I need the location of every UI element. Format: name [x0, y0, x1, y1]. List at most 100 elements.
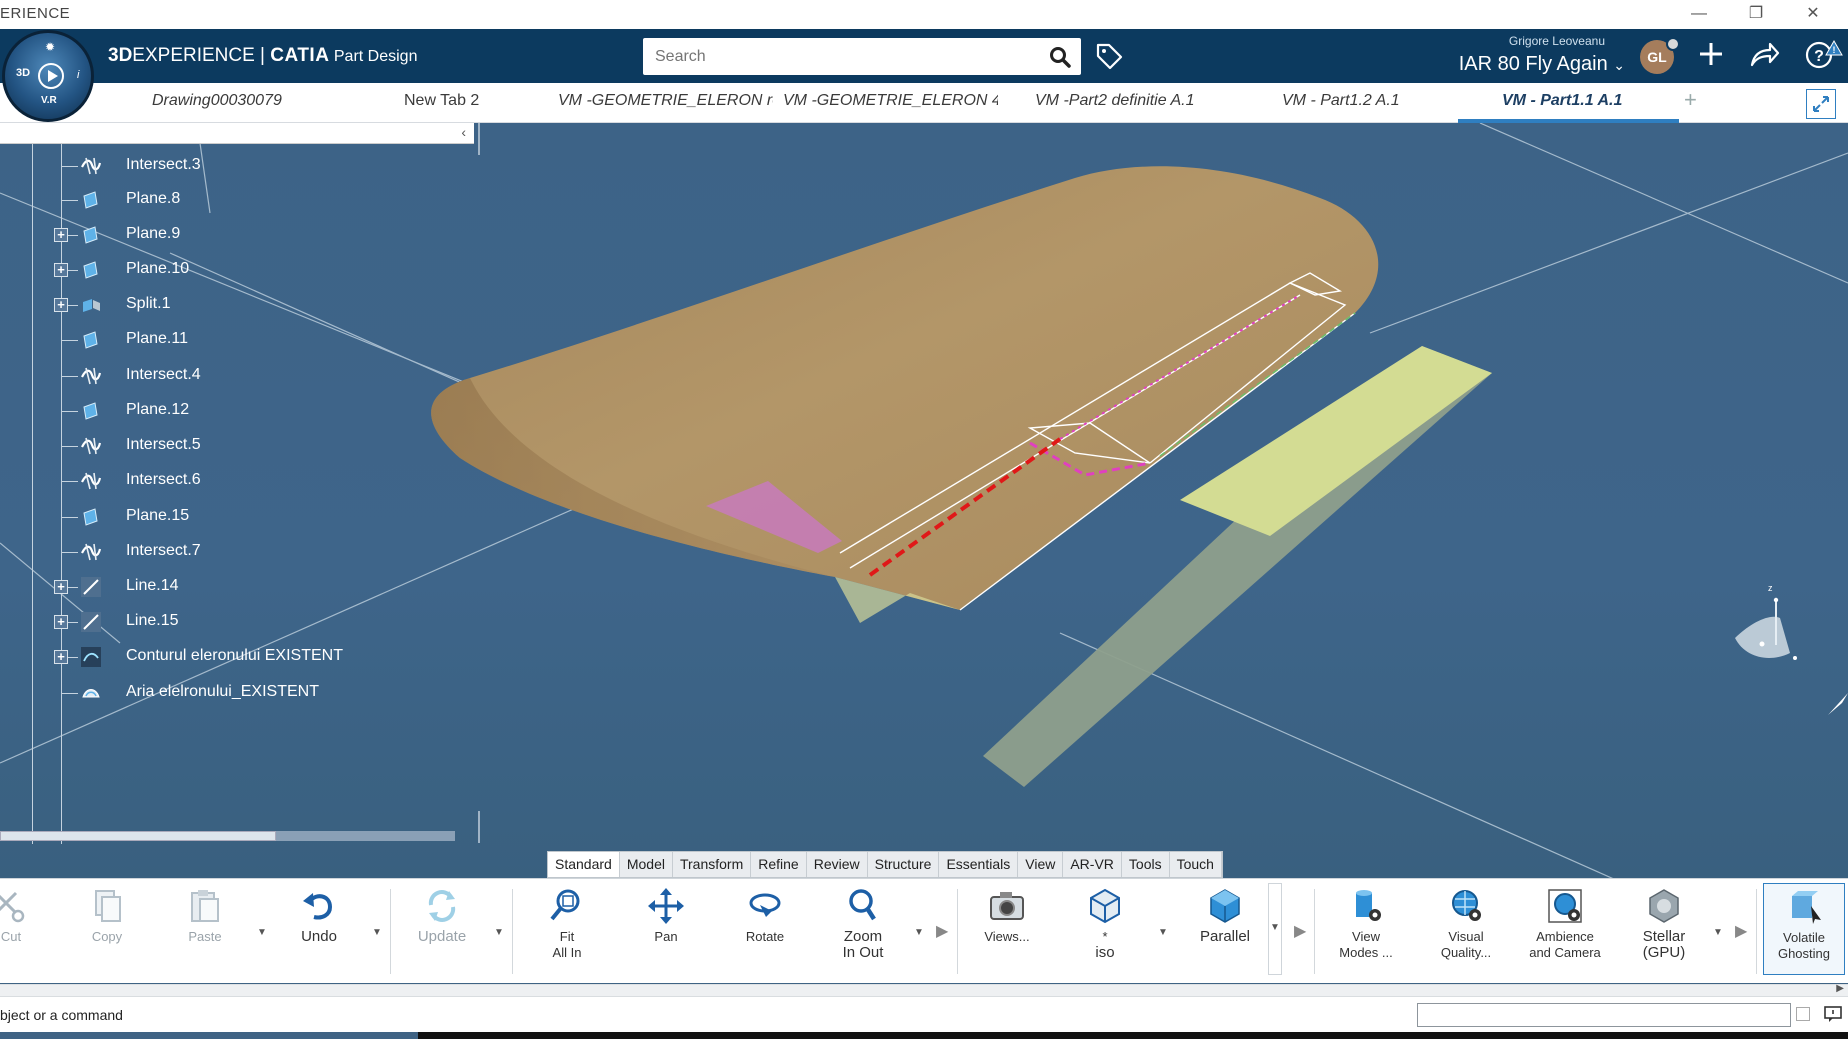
undo-dropdown-icon[interactable]: ▼ — [372, 927, 382, 938]
section-tab-review[interactable]: Review — [807, 852, 868, 877]
help-icon[interactable]: ? ! — [1805, 39, 1843, 71]
expand-icon[interactable]: + — [54, 228, 68, 242]
view-modes-button[interactable]: View Modes ... — [1335, 887, 1397, 961]
parallel-dropdown[interactable]: ▼ — [1268, 883, 1282, 975]
tree-item[interactable]: + Line.15 — [0, 605, 460, 639]
tree-branch-line — [62, 340, 78, 341]
tree-item[interactable]: + Conturul eleronului EXISTENT — [0, 640, 460, 674]
add-icon[interactable] — [1696, 39, 1726, 69]
share-icon[interactable] — [1748, 39, 1780, 69]
more-view-commands-arrow-icon[interactable]: ▶ — [1294, 921, 1306, 941]
fit-all-in-button[interactable]: Fit All In — [542, 887, 592, 961]
expand-icon[interactable]: + — [54, 263, 68, 277]
undo-button[interactable]: Undo — [294, 887, 344, 945]
ambience-camera-button[interactable]: Ambience and Camera — [1522, 887, 1608, 961]
avatar[interactable]: GL — [1640, 37, 1680, 74]
search-icon[interactable] — [1049, 46, 1071, 68]
tree-item[interactable]: Plane.8 — [0, 183, 460, 217]
message-icon[interactable] — [1824, 1005, 1842, 1023]
copy-button[interactable]: Copy — [82, 887, 132, 945]
tab-part1-2[interactable]: VM - Part1.2 A.1 — [1282, 92, 1432, 110]
add-tab-button[interactable]: + — [1684, 87, 1697, 113]
search-input[interactable] — [643, 38, 1033, 75]
iso-dropdown-icon[interactable]: ▼ — [1158, 927, 1168, 938]
expand-icon[interactable]: + — [54, 298, 68, 312]
zoom-dropdown-icon[interactable]: ▼ — [914, 927, 924, 938]
tree-item[interactable]: Plane.11 — [0, 323, 460, 357]
axis-triad-icon[interactable]: z — [1735, 583, 1797, 660]
section-tab-ar-vr[interactable]: AR-VR — [1063, 852, 1122, 877]
power-input-toggle[interactable] — [1796, 1007, 1810, 1021]
play-icon[interactable] — [38, 63, 64, 89]
tree-item[interactable]: Intersect.3 — [0, 149, 460, 183]
tree-item[interactable]: + Plane.9 — [0, 218, 460, 252]
compass-widget[interactable]: ✹ 3D i V.R — [2, 30, 94, 122]
tree-item[interactable]: Intersect.7 — [0, 535, 460, 569]
tree-resize-handle[interactable] — [478, 123, 480, 155]
stellar-dropdown-icon[interactable]: ▼ — [1713, 927, 1723, 938]
iso-view-button[interactable]: * iso — [1080, 887, 1130, 961]
tree-resize-handle-bottom[interactable] — [478, 811, 480, 843]
paste-dropdown-icon[interactable]: ▼ — [257, 927, 267, 938]
tree-item[interactable]: Plane.12 — [0, 394, 460, 428]
tree-item[interactable]: + Split.1 — [0, 288, 460, 322]
tree-scrollbar-thumb[interactable] — [0, 831, 276, 841]
more-render-commands-arrow-icon[interactable]: ▶ — [1735, 921, 1747, 941]
section-tab-tools[interactable]: Tools — [1122, 852, 1170, 877]
tree-horizontal-scrollbar[interactable] — [0, 831, 455, 841]
visual-quality-button[interactable]: Visual Quality... — [1435, 887, 1497, 961]
cut-button[interactable]: Cut — [0, 887, 36, 945]
tag-icon[interactable] — [1094, 41, 1124, 71]
expand-icon[interactable]: + — [54, 650, 68, 664]
section-tab-standard[interactable]: Standard — [548, 852, 620, 877]
section-tab-structure[interactable]: Structure — [868, 852, 940, 877]
section-tab-essentials[interactable]: Essentials — [939, 852, 1019, 877]
expand-icon[interactable]: + — [54, 580, 68, 594]
tab-part1-1[interactable]: VM - Part1.1 A.1 — [1502, 92, 1672, 110]
camera-icon — [990, 892, 1024, 920]
scroll-right-icon[interactable]: ▶ — [1836, 983, 1844, 994]
expand-icon[interactable]: + — [54, 615, 68, 629]
pan-button[interactable]: Pan — [641, 887, 691, 945]
tab-part2-definitie[interactable]: VM -Part2 definitie A.1 — [1035, 92, 1225, 110]
tab-geometrie-eleron-re[interactable]: VM -GEOMETRIE_ELERON re — [558, 92, 773, 110]
intersect-icon — [81, 367, 102, 385]
collaborative-space[interactable]: IAR 80 Fly Again ⌄ — [1450, 53, 1625, 76]
more-commands-arrow-icon[interactable]: ▶ — [936, 921, 948, 941]
update-button[interactable]: Update — [412, 887, 472, 945]
tab-geometrie-eleron-4n[interactable]: VM -GEOMETRIE_ELERON 4n — [783, 92, 998, 110]
tab-new-tab-2[interactable]: New Tab 2 — [404, 92, 514, 110]
volatile-ghosting-button[interactable]: Volatile Ghosting — [1763, 883, 1845, 975]
section-tab-model[interactable]: Model — [620, 852, 673, 877]
tree-collapse-bar[interactable]: ‹ — [0, 123, 474, 144]
tab-drawing[interactable]: Drawing00030079 — [152, 92, 312, 110]
3d-viewport[interactable]: z ‹ Intersect.3 Plane.8 + Plane.9 + Plane.10 +… — [0, 123, 1848, 878]
fullscreen-button[interactable] — [1806, 89, 1836, 119]
brand-experience: EXPERIENCE — [132, 45, 255, 66]
action-bar-scrollbar[interactable]: ▶ — [0, 983, 1848, 996]
restore-button[interactable]: ❐ — [1733, 2, 1779, 26]
section-tab-touch[interactable]: Touch — [1170, 852, 1222, 877]
user-info[interactable]: Grigore Leoveanu IAR 80 Fly Again ⌄ — [1450, 34, 1625, 76]
section-tab-refine[interactable]: Refine — [751, 852, 807, 877]
update-dropdown-icon[interactable]: ▼ — [494, 927, 504, 938]
paste-button[interactable]: Paste — [180, 887, 230, 945]
tree-item[interactable]: Aria elelronului_EXISTENT — [0, 676, 460, 710]
tree-item[interactable]: Intersect.4 — [0, 359, 460, 393]
command-input[interactable] — [1417, 1003, 1791, 1027]
tree-item[interactable]: Intersect.5 — [0, 429, 460, 463]
parallel-button[interactable]: Parallel — [1195, 887, 1255, 945]
section-tab-transform[interactable]: Transform — [673, 852, 752, 877]
views-button[interactable]: Views... — [977, 887, 1037, 945]
tree-item[interactable]: + Plane.10 — [0, 253, 460, 287]
section-tab-view[interactable]: View — [1018, 852, 1064, 877]
tree-item[interactable]: Plane.15 — [0, 500, 460, 534]
chevron-left-icon[interactable]: ‹ — [461, 124, 466, 140]
minimize-button[interactable]: — — [1676, 2, 1722, 26]
rotate-button[interactable]: Rotate — [740, 887, 790, 945]
tree-item[interactable]: + Line.14 — [0, 570, 460, 604]
stellar-gpu-button[interactable]: Stellar (GPU) — [1634, 887, 1694, 961]
zoom-in-out-button[interactable]: Zoom In Out — [838, 887, 888, 961]
tree-item[interactable]: Intersect.6 — [0, 464, 460, 498]
close-button[interactable]: ✕ — [1790, 2, 1836, 26]
